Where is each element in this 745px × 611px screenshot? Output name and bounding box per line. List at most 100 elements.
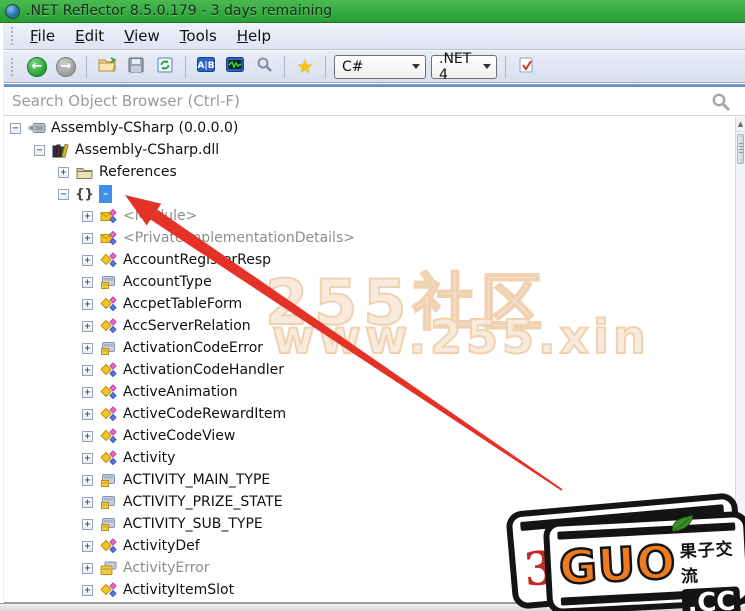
tree-node-label[interactable]: AccountRegisterResp [123, 252, 271, 268]
toolbar-separator [86, 56, 87, 78]
tree-node-label[interactable]: - [99, 185, 112, 203]
expand-icon[interactable]: + [82, 431, 93, 442]
tree-row[interactable]: + AccountType [4, 271, 735, 293]
tree-row[interactable]: + <PrivateImplementationDetails> [4, 227, 735, 249]
tree-row[interactable]: + ActivityError [4, 557, 735, 579]
expand-icon[interactable]: + [82, 497, 93, 508]
tree-node-label[interactable]: ACTIVITY_PRIZE_STATE [123, 494, 283, 510]
tree-row[interactable]: + ActiveCodeRewardItem [4, 403, 735, 425]
tree-node-label[interactable]: ActiveAnimation [123, 384, 238, 400]
menu-item-view[interactable]: View [114, 25, 170, 47]
tree-node-label[interactable]: AccpetTableForm [123, 296, 242, 312]
menu-item-tools[interactable]: Tools [170, 25, 227, 47]
search-input[interactable] [4, 87, 745, 115]
expand-icon[interactable]: + [82, 365, 93, 376]
collapse-icon[interactable]: − [34, 145, 45, 156]
tree-node-label[interactable]: ACTIVITY_MAIN_TYPE [123, 472, 270, 488]
expand-icon[interactable]: + [82, 541, 93, 552]
scrollbar-grip-icon [739, 143, 743, 155]
tree-node-label[interactable]: ActiveCodeView [123, 428, 235, 444]
tree-node-label[interactable]: ActivityError [123, 560, 209, 576]
tree-node-label[interactable]: ActivityItemSlot [123, 582, 234, 598]
toolbar-separator [505, 56, 506, 78]
toolbar-search-button[interactable] [252, 55, 276, 79]
tree-row[interactable]: + Activity [4, 447, 735, 469]
expand-icon[interactable]: + [82, 233, 93, 244]
refresh-button[interactable] [153, 55, 177, 79]
open-button[interactable] [95, 55, 119, 79]
expand-icon[interactable]: + [82, 563, 93, 574]
framework-select[interactable]: .NET 4 [431, 55, 497, 79]
tree-node-label[interactable]: <Module> [123, 208, 197, 224]
tree-row[interactable]: + AccpetTableForm [4, 293, 735, 315]
favorites-star-icon: ★ [296, 56, 313, 78]
tree-node-label[interactable]: AccServerRelation [123, 318, 251, 334]
tree-row[interactable]: + ActivityDef [4, 535, 735, 557]
language-select[interactable]: C# [334, 55, 426, 79]
window-title: .NET Reflector 8.5.0.179 - 3 days remain… [26, 3, 332, 19]
tree-node-label[interactable]: ActiveCodeRewardItem [123, 406, 286, 422]
tree-row[interactable]: + ACTIVITY_MAIN_TYPE [4, 469, 735, 491]
check-page-button[interactable] [514, 55, 538, 79]
menu-item-file[interactable]: File [20, 25, 65, 47]
chevron-down-icon [483, 64, 491, 69]
tree-row[interactable]: + ActivationCodeHandler [4, 359, 735, 381]
tree-node-label[interactable]: ActivationCodeError [123, 340, 263, 356]
tree-row[interactable]: + ActivationCodeError [4, 337, 735, 359]
expand-icon[interactable]: + [82, 519, 93, 530]
collapse-icon[interactable]: − [10, 123, 21, 134]
enum-icon [99, 473, 118, 488]
tree-node-label[interactable]: ACTIVITY_SUB_TYPE [123, 516, 263, 532]
expand-icon[interactable]: + [82, 343, 93, 354]
tree-row[interactable]: + ACTIVITY_SUB_TYPE [4, 513, 735, 535]
toolbar-separator [185, 56, 186, 78]
expand-icon[interactable]: + [82, 475, 93, 486]
tree-node-label[interactable]: References [99, 164, 177, 180]
expand-icon[interactable]: + [82, 277, 93, 288]
save-button[interactable] [124, 55, 148, 79]
tree-node-label[interactable]: <PrivateImplementationDetails> [123, 230, 355, 246]
tree-node-label[interactable]: ActivityDef [123, 538, 200, 554]
tree-row[interactable]: + ActivityItemSlot [4, 579, 735, 601]
forward-button[interactable]: → [54, 55, 78, 79]
expand-icon[interactable]: + [82, 453, 93, 464]
tree-row[interactable]: + References [4, 161, 735, 183]
expand-icon[interactable]: + [82, 211, 93, 222]
tree-row[interactable]: − Assembly-CSharp (0.0.0.0) [4, 117, 735, 139]
open-folder-icon [98, 57, 117, 76]
toolbar-search-icon [256, 56, 273, 77]
tree-row[interactable]: + ACTIVITY_PRIZE_STATE [4, 491, 735, 513]
expand-icon[interactable]: + [58, 167, 69, 178]
tree-row[interactable]: + ActiveAnimation [4, 381, 735, 403]
vertical-scrollbar[interactable]: ▲ [735, 117, 745, 603]
expand-icon[interactable]: + [82, 321, 93, 332]
tree-node-label[interactable]: AccountType [123, 274, 212, 290]
tree-row[interactable]: + AccServerRelation [4, 315, 735, 337]
favorites-button[interactable]: ★ [293, 55, 317, 79]
expand-icon[interactable]: + [82, 409, 93, 420]
tree-row[interactable]: + <Module> [4, 205, 735, 227]
tree-row[interactable]: + AccountRegisterResp [4, 249, 735, 271]
tree-node-label[interactable]: Activity [123, 450, 175, 466]
collapse-icon[interactable]: − [58, 189, 69, 200]
class-icon [99, 582, 118, 598]
back-button[interactable]: ← [25, 55, 49, 79]
expand-icon[interactable]: + [82, 299, 93, 310]
expand-icon[interactable]: + [82, 387, 93, 398]
disassembler-button[interactable] [223, 55, 247, 79]
tree-row[interactable]: −{}- [4, 183, 735, 205]
scrollbar-up-icon[interactable]: ▲ [736, 117, 745, 132]
expand-icon[interactable]: + [82, 585, 93, 596]
menu-item-help[interactable]: Help [227, 25, 281, 47]
window-frame-left [0, 23, 4, 603]
ab-compare-button[interactable]: A|B [194, 55, 218, 79]
scrollbar-thumb[interactable] [737, 134, 744, 164]
tree-node-label[interactable]: Assembly-CSharp (0.0.0.0) [51, 120, 238, 136]
expand-icon[interactable]: + [82, 255, 93, 266]
tree-node-label[interactable]: Assembly-CSharp.dll [75, 142, 219, 158]
tree-row[interactable]: + ActiveCodeView [4, 425, 735, 447]
menu-item-edit[interactable]: Edit [65, 25, 114, 47]
window-frame-bottom [0, 603, 745, 611]
tree-node-label[interactable]: ActivationCodeHandler [123, 362, 284, 378]
tree-row[interactable]: − Assembly-CSharp.dll [4, 139, 735, 161]
